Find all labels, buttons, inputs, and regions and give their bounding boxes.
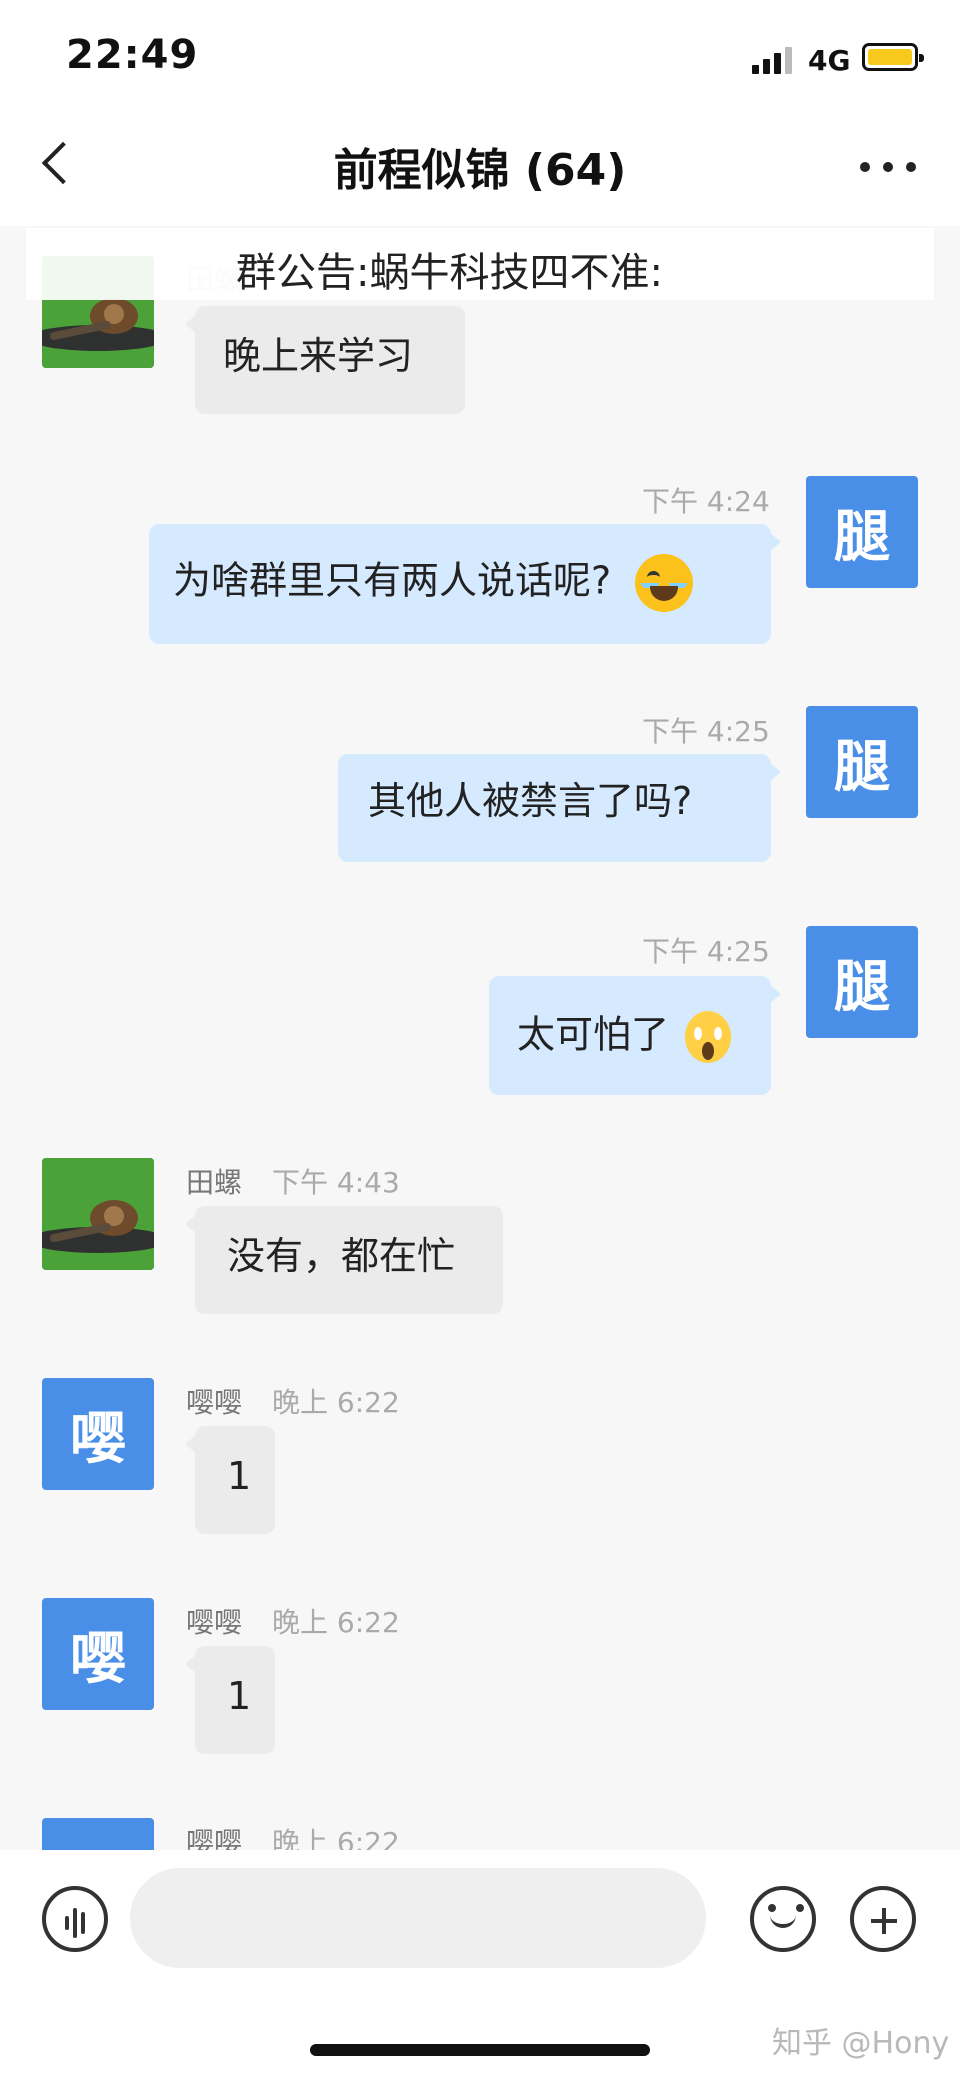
message-time: 晚上 6:22 — [272, 1826, 400, 1850]
user-avatar[interactable]: 腿 — [806, 476, 918, 588]
voice-icon[interactable] — [42, 1886, 108, 1952]
user-avatar[interactable]: 嘤 — [42, 1818, 154, 1850]
message-time: 下午 4:43 — [272, 1166, 400, 1199]
group-notice[interactable]: 群公告:蜗牛科技四不准: — [26, 228, 934, 300]
laughing-with-tears-emoji — [635, 554, 694, 612]
more-icon[interactable] — [860, 145, 922, 185]
outgoing-message-bubble[interactable]: 为啥群里只有两人说话呢? — [149, 524, 781, 644]
incoming-message-bubble[interactable]: 晚上来学习 — [185, 306, 465, 414]
incoming-message-bubble[interactable]: 没有，都在忙 — [185, 1206, 503, 1314]
message-time: 下午 4:24 — [642, 485, 770, 518]
network-label: 4G — [808, 44, 851, 77]
sender-name: 田螺 — [186, 1166, 243, 1199]
message-time: 晚上 6:22 — [272, 1386, 400, 1419]
message-list[interactable]: 田螺 晚上来学习 下午 4:24 腿 为啥群里只有两人说话呢? 下午 4:25 … — [0, 226, 960, 1850]
chat-screen: 22:49 4G 前程似锦 (64) 田螺 晚上来学习 下午 4:24 腿 为啥… — [0, 0, 960, 2079]
sender-name: 嘤嘤 — [186, 1386, 243, 1419]
message-text: 太可怕了 — [517, 1012, 670, 1057]
message-input[interactable] — [130, 1868, 706, 1968]
message-time: 下午 4:25 — [642, 715, 770, 748]
snail-avatar[interactable] — [42, 1158, 154, 1270]
message-time: 下午 4:25 — [642, 935, 770, 968]
user-avatar[interactable]: 腿 — [806, 926, 918, 1038]
sender-name: 嘤嘤 — [186, 1826, 243, 1850]
navigation-bar: 前程似锦 (64) — [0, 110, 960, 226]
status-bar: 22:49 4G — [0, 0, 960, 110]
sender-name: 嘤嘤 — [186, 1606, 243, 1639]
home-indicator[interactable] — [310, 2044, 650, 2056]
battery-icon — [862, 43, 924, 71]
message-input-bar: 知乎 @Hony — [0, 1850, 960, 2079]
message-time: 晚上 6:22 — [272, 1606, 400, 1639]
status-time: 22:49 — [66, 32, 199, 78]
back-arrow-icon[interactable] — [38, 140, 88, 190]
signal-icon — [752, 46, 796, 74]
incoming-message-bubble[interactable]: 1 — [185, 1646, 275, 1754]
outgoing-message-bubble[interactable]: 其他人被禁言了吗? — [338, 754, 781, 862]
plus-icon[interactable] — [850, 1886, 916, 1952]
screaming-face-emoji — [685, 1011, 732, 1063]
incoming-message-bubble[interactable]: 1 — [185, 1426, 275, 1534]
watermark: 知乎 @Hony — [772, 2026, 950, 2061]
user-avatar[interactable]: 嘤 — [42, 1378, 154, 1490]
smiley-icon[interactable] — [750, 1886, 816, 1952]
message-text: 为啥群里只有两人说话呢? — [173, 558, 612, 603]
user-avatar[interactable]: 嘤 — [42, 1598, 154, 1710]
outgoing-message-bubble[interactable]: 太可怕了 — [489, 976, 781, 1095]
user-avatar[interactable]: 腿 — [806, 706, 918, 818]
notice-text: 群公告:蜗牛科技四不准: — [236, 250, 663, 296]
chat-title: 前程似锦 (64) — [333, 145, 627, 196]
